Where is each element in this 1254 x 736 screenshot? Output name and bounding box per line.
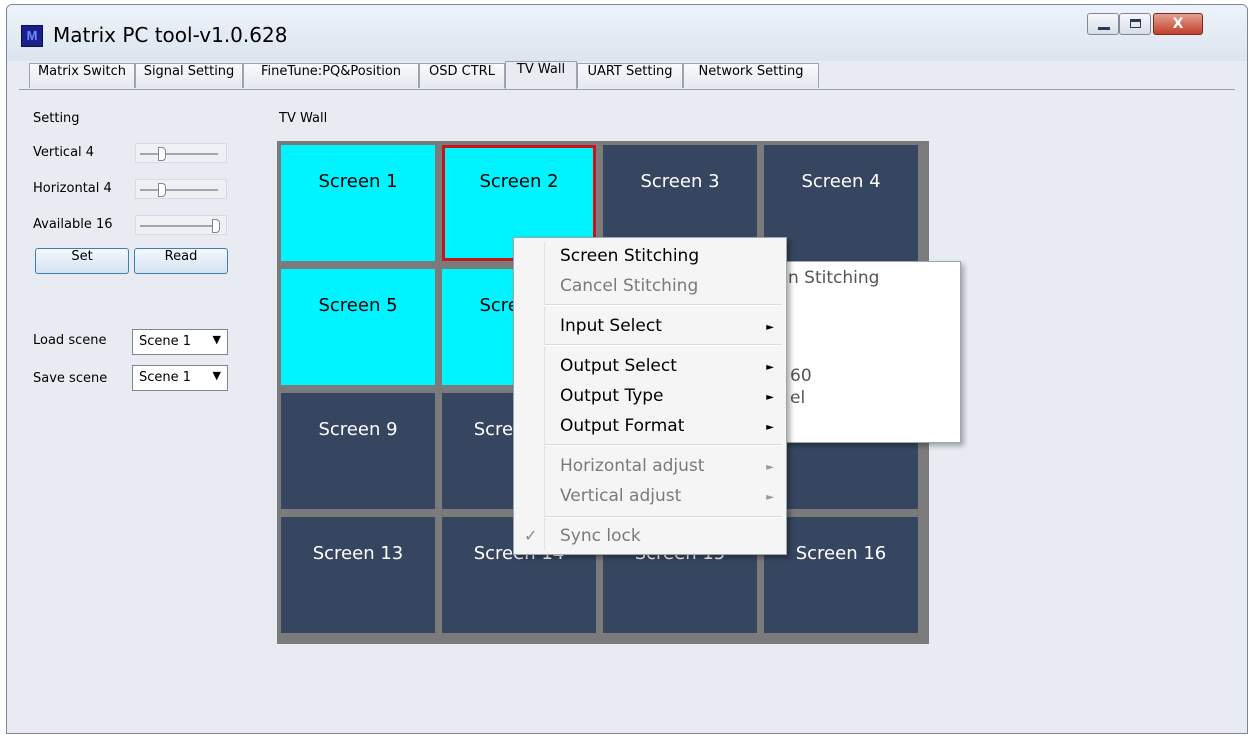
chevron-right-icon: ► [766,362,774,373]
slider-track [140,189,218,191]
chevron-right-icon: ► [766,422,774,433]
checkmark-icon: ✓ [524,526,538,545]
setting-title: Setting [33,111,80,126]
chevron-right-icon: ► [766,392,774,403]
screen-cell[interactable]: Screen 1 [281,145,435,261]
tab-tv-wall[interactable]: TV Wall [505,61,577,89]
horizontal-slider[interactable] [135,179,227,199]
close-button[interactable]: X [1153,13,1203,35]
minimize-button[interactable] [1087,13,1119,35]
screen-label: Screen 3 [640,171,720,192]
screen-cell[interactable]: Screen 16 [764,517,918,633]
horizontal-label: Horizontal 4 [33,181,112,196]
available-label: Available 16 [33,217,113,232]
slider-track [140,153,218,155]
slider-thumb[interactable] [158,183,166,197]
load-scene-select[interactable]: Scene 1 ▼ [132,329,228,355]
tab-divider [19,89,1235,90]
screen-cell[interactable]: Screen 9 [281,393,435,509]
slider-track [140,225,218,227]
menu-item-output-select[interactable]: Output Select [560,356,677,376]
slider-thumb[interactable] [158,147,166,161]
screen-label: Screen 13 [312,543,404,564]
background-menu-item: n Stitching [788,268,880,288]
menu-item-horizontal-adjust: Horizontal adjust [560,456,705,476]
background-menu-item: el [790,388,806,408]
close-icon: X [1172,16,1184,32]
chevron-down-icon: ▼ [212,369,221,382]
screen-cell[interactable]: Screen 4 [764,145,918,261]
set-button[interactable]: Set [35,248,129,274]
menu-item-output-type[interactable]: Output Type [560,386,664,406]
maximize-button[interactable] [1119,13,1151,35]
menu-item-vertical-adjust: Vertical adjust [560,486,682,506]
menu-item-input-select[interactable]: Input Select [560,316,662,336]
vertical-label: Vertical 4 [33,145,95,160]
save-scene-select[interactable]: Scene 1 ▼ [132,365,228,391]
tab-finetune[interactable]: FineTune:PQ&Position [243,63,419,88]
screen-label: Screen 9 [318,419,398,440]
available-slider[interactable] [135,215,227,235]
background-submenu: n Stitching 60 el [783,261,961,443]
tab-network-setting[interactable]: Network Setting [683,63,819,88]
menu-item-sync-lock: Sync lock [560,526,641,546]
chevron-right-icon: ► [766,492,774,503]
screen-label: Screen 16 [795,543,887,564]
screen-cell[interactable]: Screen 5 [281,269,435,385]
menu-separator [544,304,782,306]
tab-matrix-switch[interactable]: Matrix Switch [29,63,135,88]
read-button[interactable]: Read [134,248,228,274]
menu-item-cancel-stitching: Cancel Stitching [560,276,699,296]
screen-cell[interactable]: Screen 13 [281,517,435,633]
context-menu: Screen Stitching Cancel Stitching Input … [513,237,787,555]
vertical-slider[interactable] [135,143,227,163]
menu-item-screen-stitching[interactable]: Screen Stitching [560,246,699,266]
minimize-icon [1098,27,1110,30]
app-logo-icon: M [21,25,43,47]
screen-label: Screen 1 [318,171,398,192]
window-title: Matrix PC tool-v1.0.628 [53,23,288,47]
app-window: M Matrix PC tool-v1.0.628 X Matrix Switc… [6,4,1248,734]
chevron-down-icon: ▼ [212,333,221,346]
maximize-icon [1130,19,1141,28]
slider-thumb[interactable] [212,219,220,233]
screen-label: Screen 2 [479,171,559,192]
save-scene-value: Scene 1 [139,370,192,385]
save-scene-label: Save scene [33,371,108,386]
tab-uart-setting[interactable]: UART Setting [577,63,683,88]
chevron-right-icon: ► [766,462,774,473]
menu-gutter [544,242,545,550]
screen-label: Screen 5 [318,295,398,316]
load-scene-label: Load scene [33,333,107,348]
menu-separator [544,444,782,446]
chevron-right-icon: ► [766,322,774,333]
background-menu-item: 60 [790,366,812,386]
menu-item-output-format[interactable]: Output Format [560,416,684,436]
tab-osd-ctrl[interactable]: OSD CTRL [419,63,505,88]
menu-separator [544,516,782,518]
tab-signal-setting[interactable]: Signal Setting [135,63,243,88]
menu-separator [544,344,782,346]
tv-wall-title: TV Wall [279,111,328,126]
title-bar[interactable]: M Matrix PC tool-v1.0.628 X [7,5,1247,61]
load-scene-value: Scene 1 [139,334,192,349]
screen-label: Screen 4 [801,171,881,192]
